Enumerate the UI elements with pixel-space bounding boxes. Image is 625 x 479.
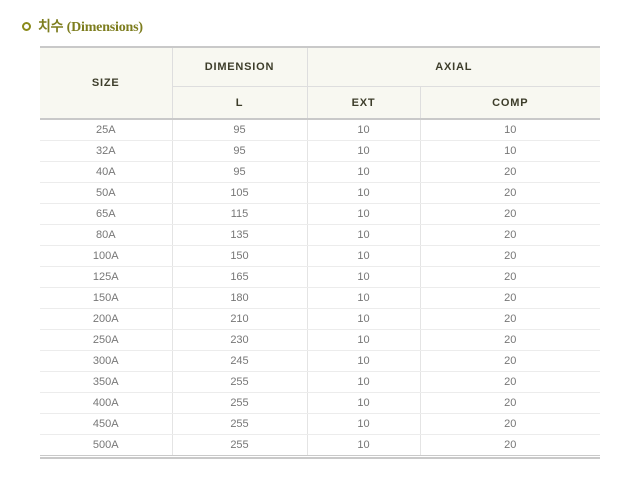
cell-comp: 20 [420,371,600,393]
cell-comp: 20 [420,203,600,225]
cell-size: 50A [40,182,173,204]
cell-l: 210 [172,308,308,330]
cell-l: 255 [172,371,308,393]
table-row: 300A 245 10 20 [40,350,600,372]
cell-ext: 10 [307,350,421,372]
cell-ext: 10 [307,203,421,225]
cell-comp: 20 [420,287,600,309]
cell-comp: 20 [420,350,600,372]
cell-comp: 20 [420,434,600,456]
cell-l: 230 [172,329,308,351]
table-row: 80A 135 10 20 [40,224,600,246]
cell-size: 200A [40,308,173,330]
header-row-1: SIZE DIMENSION AXIAL [40,46,600,120]
cell-size: 80A [40,224,173,246]
cell-size: 100A [40,245,173,267]
cell-size: 150A [40,287,173,309]
cell-l: 135 [172,224,308,246]
cell-comp: 20 [420,329,600,351]
cell-l: 245 [172,350,308,372]
cell-ext: 10 [307,308,421,330]
section-title: 치수 (Dimensions) [22,17,143,35]
cell-ext: 10 [307,182,421,204]
table-bottom-divider [40,457,600,459]
dimensions-table: SIZE DIMENSION AXIAL L EXT COMP 25A 95 10 1… [40,46,600,456]
cell-comp: 10 [420,140,600,162]
ring-bullet-icon [22,21,31,31]
cell-size: 500A [40,434,173,456]
table-body: 25A 95 10 10 32A 95 10 10 40A 95 10 20 50A 105 10 20 65A… [40,119,600,456]
cell-size: 450A [40,413,173,435]
cell-size: 400A [40,392,173,414]
cell-comp: 20 [420,224,600,246]
table-row: 500A 255 10 20 [40,434,600,456]
header-comp: COMP [420,86,600,120]
cell-ext: 10 [307,434,421,456]
cell-comp: 10 [420,119,600,141]
cell-comp: 20 [420,413,600,435]
cell-l: 115 [172,203,308,225]
cell-comp: 20 [420,161,600,183]
table-row: 125A 165 10 20 [40,266,600,288]
cell-l: 105 [172,182,308,204]
header-axial: AXIAL [307,46,600,87]
table-row: 65A 115 10 20 [40,203,600,225]
cell-size: 125A [40,266,173,288]
cell-ext: 10 [307,329,421,351]
cell-ext: 10 [307,140,421,162]
cell-ext: 10 [307,371,421,393]
table-row: 250A 230 10 20 [40,329,600,351]
table-row: 25A 95 10 10 [40,119,600,141]
cell-size: 65A [40,203,173,225]
cell-l: 165 [172,266,308,288]
table-row: 50A 105 10 20 [40,182,600,204]
table-row: 32A 95 10 10 [40,140,600,162]
cell-comp: 20 [420,392,600,414]
table-row: 40A 95 10 20 [40,161,600,183]
section-title-text: 치수 (Dimensions) [38,20,143,35]
cell-ext: 10 [307,245,421,267]
cell-ext: 10 [307,392,421,414]
cell-l: 180 [172,287,308,309]
table-row: 400A 255 10 20 [40,392,600,414]
cell-size: 25A [40,119,173,141]
cell-size: 32A [40,140,173,162]
table-row: 350A 255 10 20 [40,371,600,393]
cell-comp: 20 [420,266,600,288]
cell-ext: 10 [307,224,421,246]
cell-ext: 10 [307,161,421,183]
cell-l: 95 [172,161,308,183]
cell-size: 40A [40,161,173,183]
cell-comp: 20 [420,245,600,267]
cell-ext: 10 [307,266,421,288]
table-row: 150A 180 10 20 [40,287,600,309]
cell-l: 95 [172,119,308,141]
header-dimension: DIMENSION [172,46,308,87]
table-row: 100A 150 10 20 [40,245,600,267]
header-l: L [172,86,308,120]
header-size: SIZE [40,46,173,120]
cell-l: 255 [172,413,308,435]
cell-size: 250A [40,329,173,351]
cell-size: 350A [40,371,173,393]
cell-l: 150 [172,245,308,267]
cell-ext: 10 [307,287,421,309]
table-row: 450A 255 10 20 [40,413,600,435]
table-row: 200A 210 10 20 [40,308,600,330]
cell-ext: 10 [307,119,421,141]
cell-l: 95 [172,140,308,162]
cell-l: 255 [172,434,308,456]
cell-size: 300A [40,350,173,372]
header-ext: EXT [307,86,421,120]
cell-ext: 10 [307,413,421,435]
cell-comp: 20 [420,182,600,204]
table-header: SIZE DIMENSION AXIAL L EXT COMP [40,46,600,120]
cell-comp: 20 [420,308,600,330]
cell-l: 255 [172,392,308,414]
